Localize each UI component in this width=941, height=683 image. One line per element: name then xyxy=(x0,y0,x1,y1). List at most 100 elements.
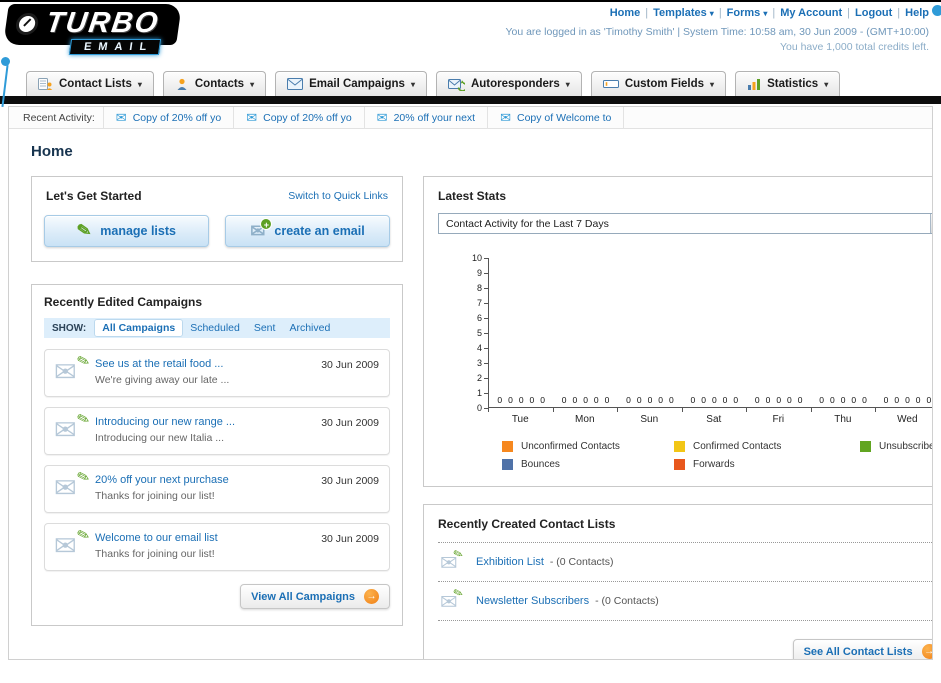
top-nav-forms[interactable]: Forms ▾ xyxy=(727,7,768,19)
top-nav-help[interactable]: Help xyxy=(905,7,929,19)
campaign-date: 30 Jun 2009 xyxy=(321,475,379,487)
see-all-contact-lists-button[interactable]: See All Contact Lists → xyxy=(792,639,932,659)
chart-category-group: 00000 xyxy=(553,258,617,407)
value-label: 0 xyxy=(733,395,739,405)
y-tick: 5 xyxy=(477,328,488,338)
value-label: 0 xyxy=(529,395,535,405)
legend-swatch xyxy=(860,441,871,452)
recent-activity-link[interactable]: 20% off your next xyxy=(394,112,476,124)
contact-list-link[interactable]: Exhibition List xyxy=(476,556,544,568)
main-nav-custom-fields[interactable]: Custom Fields ▾ xyxy=(590,71,727,96)
campaigns-title: Recently Edited Campaigns xyxy=(44,295,203,309)
campaign-title-link[interactable]: Introducing our new range ... xyxy=(95,416,235,428)
campaign-text: Introducing our new range ... Introducing… xyxy=(95,416,303,444)
campaign-title-link[interactable]: 20% off your next purchase xyxy=(95,474,229,486)
contact-list-link[interactable]: Newsletter Subscribers xyxy=(476,595,589,607)
content-frame: Recent Activity: ✉ Copy of 20% off yo ✉ Cop… xyxy=(8,106,933,660)
campaigns-panel: Recently Edited Campaigns SHOW: All Camp… xyxy=(31,284,403,626)
chart-category-group: 00000 xyxy=(875,258,932,407)
legend-item: Forwards xyxy=(674,459,860,470)
legend-swatch xyxy=(502,459,513,470)
caret-down-icon: ▾ xyxy=(250,79,255,89)
get-started-title: Let's Get Started xyxy=(46,189,142,203)
envelope-pencil-icon: ✉ ✎ xyxy=(440,586,465,613)
envelope-icon: ✉ xyxy=(500,109,511,125)
campaign-filter-tabs: All Campaigns Scheduled Sent Archived xyxy=(94,319,337,337)
value-label: 0 xyxy=(840,395,846,405)
contact-lists-panel: Recently Created Contact Lists ✉ ✎ Exhibit… xyxy=(423,504,932,659)
campaign-title-link[interactable]: Welcome to our email list xyxy=(95,532,218,544)
see-all-contact-lists-label: See All Contact Lists xyxy=(803,645,913,658)
contacts-icon xyxy=(175,77,189,91)
chart: 10 9 8 7 6 5 4 3 2 1 0 000000000000000000000000000… xyxy=(438,234,932,470)
top-nav-logout[interactable]: Logout xyxy=(855,7,892,19)
manage-lists-button[interactable]: ✎ manage lists xyxy=(44,215,209,247)
recent-activity-bar: Recent Activity: ✉ Copy of 20% off yo ✉ Cop… xyxy=(9,107,932,129)
caret-down-icon: ▾ xyxy=(137,79,142,89)
top-nav-my-account[interactable]: My Account xyxy=(780,7,842,19)
campaign-text: See us at the retail food ... We're givin… xyxy=(95,358,303,386)
envelope-pencil-icon: ✉ ✎ xyxy=(54,351,92,386)
value-label: 0 xyxy=(787,395,792,405)
view-all-campaigns-button[interactable]: View All Campaigns → xyxy=(240,584,390,609)
campaign-list: ✉ ✎ See us at the retail food ... We're giv… xyxy=(44,349,390,571)
main-nav-autoresponders[interactable]: Autoresponders ▾ xyxy=(435,71,582,96)
value-label: 0 xyxy=(905,395,910,405)
filter-tab-sent[interactable]: Sent xyxy=(247,320,283,336)
logo-subtext: EMAIL xyxy=(68,39,162,55)
create-email-button[interactable]: ✉ + create an email xyxy=(225,215,390,247)
tab-label: Contacts xyxy=(194,78,245,90)
value-label: 0 xyxy=(765,395,771,405)
legend-label: Bounces xyxy=(521,459,560,470)
chart-category-group: 00000 xyxy=(811,258,875,407)
recent-activity-link[interactable]: Copy of 20% off yo xyxy=(133,112,222,124)
pencil-icon: ✎ xyxy=(75,219,93,242)
caret-down-icon: ▾ xyxy=(410,79,415,89)
main-nav-contacts[interactable]: Contacts ▾ xyxy=(162,71,267,96)
header: TURBO EMAIL Home | Templates ▾ | Forms ▾ | My … xyxy=(0,2,941,66)
arrow-right-icon: → xyxy=(921,644,932,659)
right-column: Latest Stats Contact Activity for the La… xyxy=(423,176,932,659)
nav-separator: | xyxy=(645,7,649,19)
campaign-date: 30 Jun 2009 xyxy=(321,359,379,371)
value-label: 0 xyxy=(894,395,900,405)
x-axis-label: Sun xyxy=(617,408,682,425)
create-email-label: create an email xyxy=(274,224,365,238)
filter-tab-archived[interactable]: Archived xyxy=(282,320,337,336)
content: Home Let's Get Started Switch to Quick L… xyxy=(9,129,932,659)
filter-tab-scheduled[interactable]: Scheduled xyxy=(183,320,247,336)
latest-stats-panel: Latest Stats Contact Activity for the La… xyxy=(423,176,932,487)
main-nav: Contact Lists ▾ Contacts ▾ Email Campaigns ▾ A… xyxy=(0,66,941,96)
recent-activity-link[interactable]: Copy of Welcome to xyxy=(517,112,611,124)
speedometer-icon xyxy=(14,12,40,35)
chart-value-labels: 00000 xyxy=(618,395,682,405)
legend-swatch xyxy=(502,441,513,452)
contact-list-count: - (0 Contacts) xyxy=(595,595,659,607)
contact-lists-title: Recently Created Contact Lists xyxy=(438,517,616,531)
recent-activity-item: ✉ Copy of Welcome to xyxy=(488,107,625,129)
value-label: 0 xyxy=(636,395,642,405)
value-label: 0 xyxy=(883,395,889,405)
page-title: Home xyxy=(31,143,73,160)
campaign-title-link[interactable]: See us at the retail food ... xyxy=(95,358,223,370)
switch-quick-links-link[interactable]: Switch to Quick Links xyxy=(288,190,388,202)
top-nav-templates[interactable]: Templates ▾ xyxy=(653,7,714,19)
value-label: 0 xyxy=(604,395,610,405)
x-axis-label: Thu xyxy=(810,408,876,425)
tab-label: Email Campaigns xyxy=(309,78,405,90)
value-label: 0 xyxy=(540,395,546,405)
main-nav-statistics[interactable]: Statistics ▾ xyxy=(735,71,841,96)
value-label: 0 xyxy=(851,395,857,405)
recent-activity-link[interactable]: Copy of 20% off yo xyxy=(263,112,352,124)
top-nav-home[interactable]: Home xyxy=(610,7,641,19)
main-nav-contact-lists[interactable]: Contact Lists ▾ xyxy=(26,71,154,96)
y-tick: 0 xyxy=(477,403,488,413)
main-nav-email-campaigns[interactable]: Email Campaigns ▾ xyxy=(275,71,427,96)
envelope-pencil-icon: ✉ ✎ xyxy=(54,467,92,502)
y-tick: 1 xyxy=(477,388,488,398)
campaign-item: ✉ ✎ Introducing our new range ... Introduci… xyxy=(44,407,390,455)
filter-tab-all-campaigns[interactable]: All Campaigns xyxy=(94,319,184,337)
stats-period-select[interactable]: Contact Activity for the Last 7 Days ▼ xyxy=(438,213,932,234)
chart-plot-wrap: 00000000000000000000000000000000000 Tue M… xyxy=(488,258,932,425)
campaign-date: 30 Jun 2009 xyxy=(321,533,379,545)
